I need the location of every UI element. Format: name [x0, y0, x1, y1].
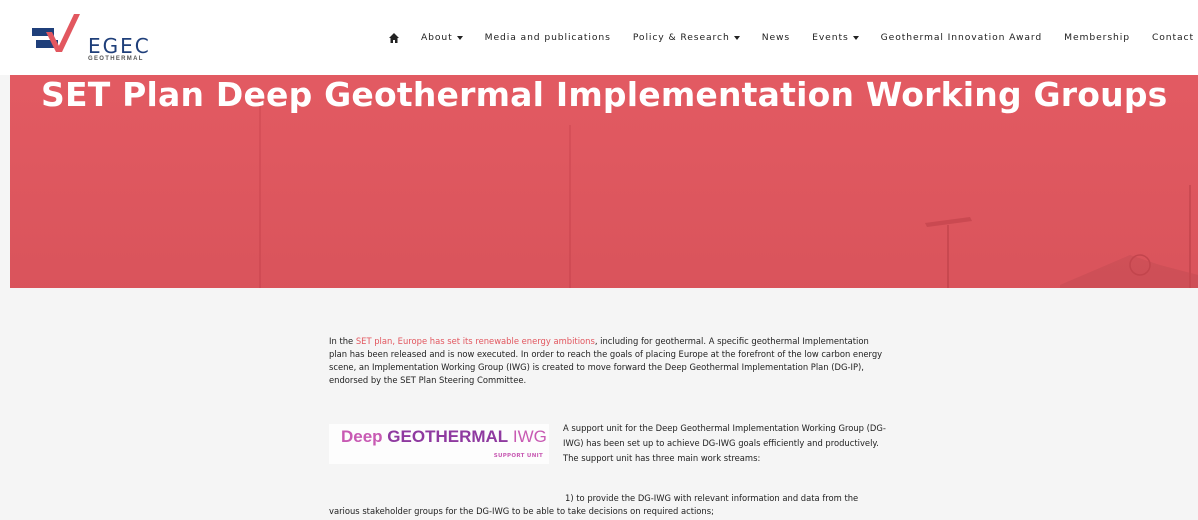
intro-prefix: In the	[329, 336, 356, 346]
nav-news[interactable]: News	[762, 32, 790, 43]
iwg-logo-subtitle: SUPPORT UNIT	[493, 453, 543, 459]
nav-award-label: Geothermal Innovation Award	[880, 32, 1043, 43]
nav-media-publications[interactable]: Media and publications	[485, 32, 611, 43]
support-unit-paragraph: A support unit for the Deep Geothermal I…	[563, 423, 886, 463]
chevron-down-icon	[852, 35, 859, 40]
deep-geothermal-iwg-logo: Deep GEOTHERMAL IWG SUPPORT UNIT	[329, 424, 549, 464]
iwg-logo-word-geothermal: GEOTHERMAL	[387, 427, 509, 446]
logo-tagline: GEOTHERMAL	[88, 56, 144, 62]
logo-wordmark: EGEC	[88, 34, 151, 58]
nav-membership-label: Membership	[1064, 32, 1130, 43]
nav-about[interactable]: About	[421, 32, 463, 43]
nav-innovation-award[interactable]: Geothermal Innovation Award	[881, 32, 1043, 43]
page-title: SET Plan Deep Geothermal Implementation …	[41, 75, 1168, 114]
chevron-down-icon	[733, 35, 740, 40]
intro-paragraph: In the SET plan, Europe has set its rene…	[329, 335, 889, 387]
nav-policy-label: Policy & Research	[632, 32, 730, 43]
main-nav: About Media and publications Policy & Re…	[388, 32, 1194, 43]
nav-contact-label: Contact	[1151, 32, 1194, 43]
set-plan-link[interactable]: SET plan, Europe has set its renewable e…	[356, 336, 595, 346]
nav-policy-research[interactable]: Policy & Research	[633, 32, 740, 43]
nav-events[interactable]: Events	[812, 32, 859, 43]
nav-membership[interactable]: Membership	[1064, 32, 1130, 43]
iwg-logo-word-deep: Deep	[341, 427, 388, 446]
work-stream-line-1: 1) to provide the DG-IWG with relevant i…	[565, 493, 859, 503]
nav-media-label: Media and publications	[484, 32, 611, 43]
site-header: EGEC GEOTHERMAL About Media and publicat…	[0, 0, 1198, 75]
iwg-logo-title: Deep GEOTHERMAL IWG	[341, 427, 547, 446]
egec-logo[interactable]: EGEC GEOTHERMAL	[32, 14, 172, 64]
nav-home[interactable]	[388, 32, 399, 43]
work-stream-paragraph: 1) to provide the DG-IWG with relevant i…	[329, 492, 889, 518]
iwg-logo-word-iwg: IWG	[508, 427, 547, 446]
nav-news-label: News	[761, 32, 791, 43]
nav-about-label: About	[420, 32, 453, 43]
home-icon	[388, 32, 399, 43]
hero-banner: SET Plan Deep Geothermal Implementation …	[10, 75, 1198, 288]
work-stream-line-2: various stakeholder groups for the DG-IW…	[329, 506, 714, 516]
nav-events-label: Events	[812, 32, 849, 43]
egec-logo-mark-icon	[32, 14, 80, 52]
nav-contact[interactable]: Contact	[1152, 32, 1194, 43]
chevron-down-icon	[456, 35, 463, 40]
